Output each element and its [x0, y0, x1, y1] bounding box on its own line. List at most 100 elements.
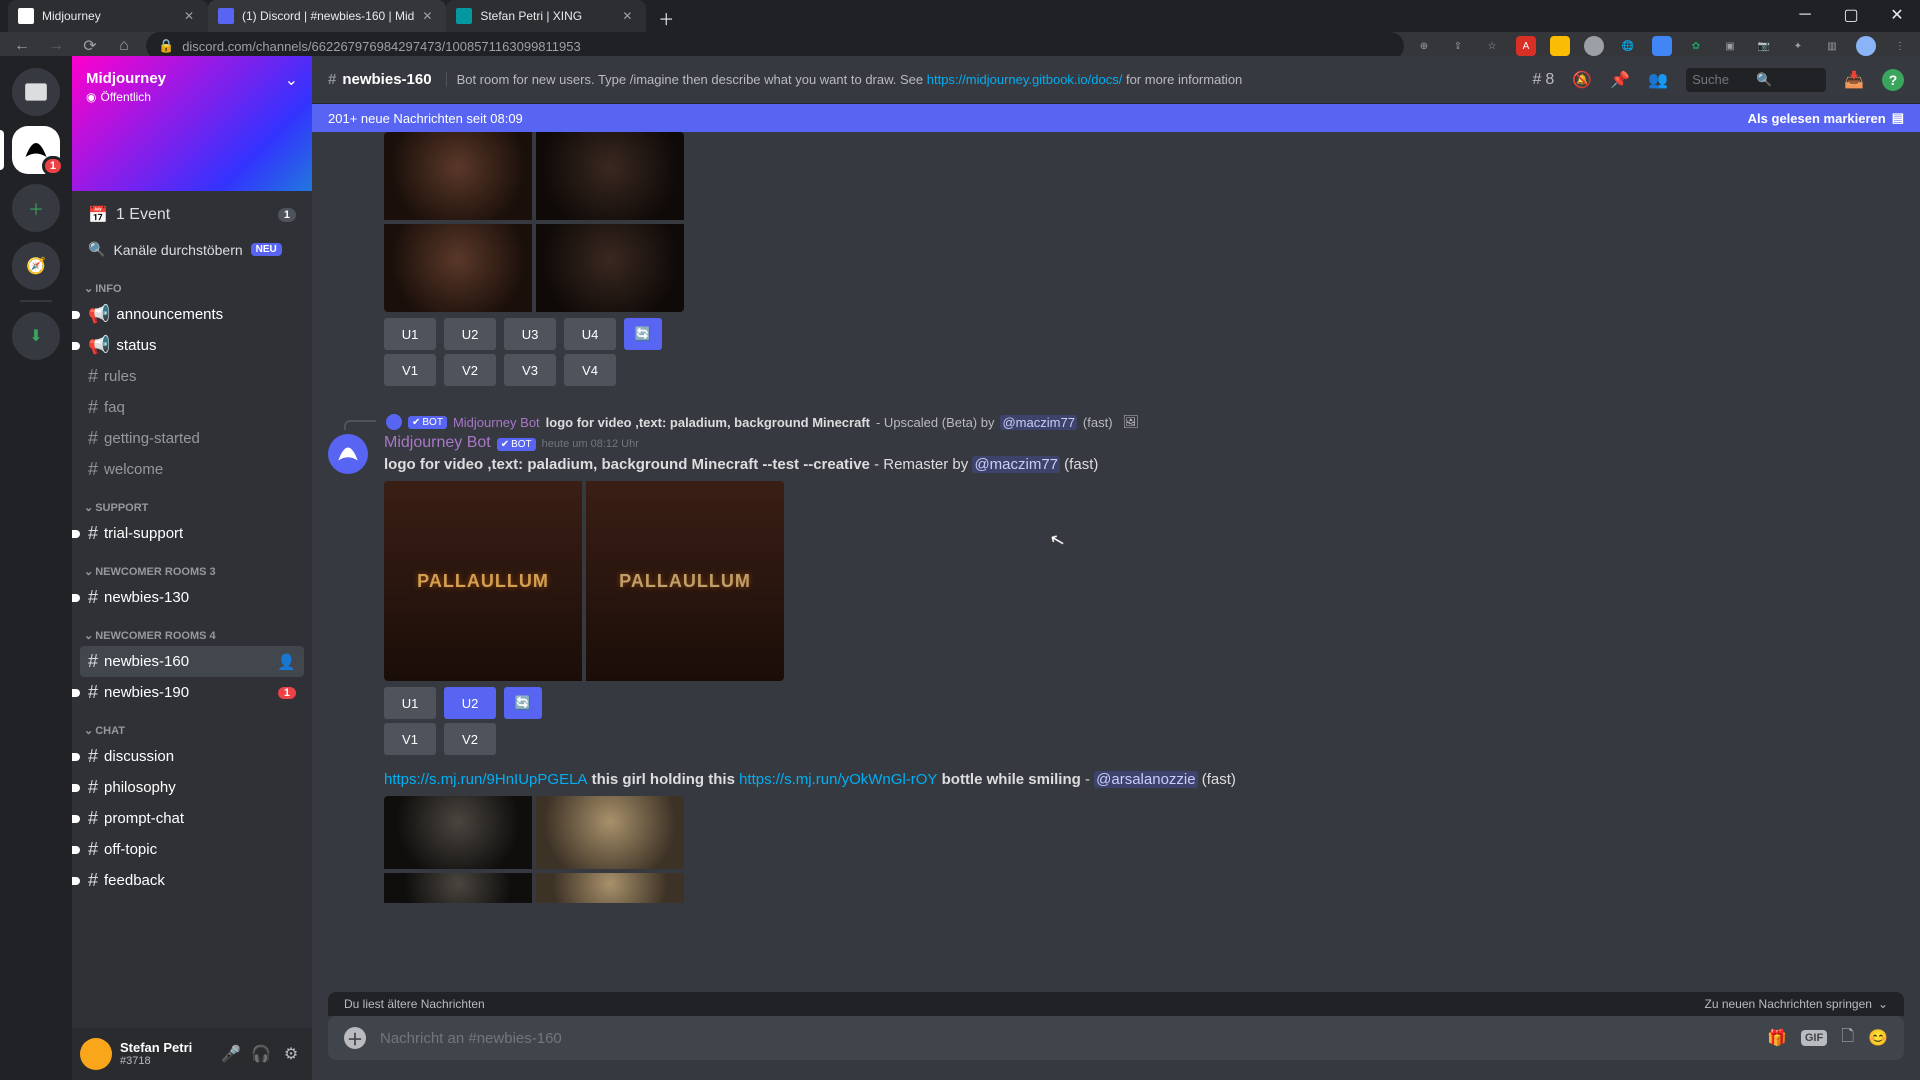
reply-reference[interactable]: ✔ BOT Midjourney Bot logo for video ,tex…: [344, 414, 1904, 430]
extensions-menu[interactable]: ✦: [1788, 36, 1808, 56]
extension-5[interactable]: [1652, 36, 1672, 56]
u3-button[interactable]: U3: [504, 318, 556, 350]
close-icon[interactable]: ✕: [422, 9, 436, 23]
channel-newbies-190[interactable]: #newbies-1901: [80, 677, 304, 708]
extension-keep[interactable]: [1550, 36, 1570, 56]
extension-6[interactable]: ✿: [1686, 36, 1706, 56]
v1-button[interactable]: V1: [384, 354, 436, 386]
mark-read-button[interactable]: Als gelesen markieren ▤: [1748, 110, 1904, 126]
message-list[interactable]: U1 U2 U3 U4 🔄 V1 V2 V3 V4 ✔ B: [312, 132, 1920, 992]
extension-3[interactable]: [1584, 36, 1604, 56]
dm-button[interactable]: [12, 68, 60, 116]
v4-button[interactable]: V4: [564, 354, 616, 386]
emoji-button[interactable]: 😊: [1868, 1028, 1888, 1048]
category-chat[interactable]: ⌄CHAT: [80, 708, 304, 741]
download-button[interactable]: ⬇: [12, 312, 60, 360]
channel-getting-started[interactable]: #getting-started: [80, 423, 304, 454]
channel-off-topic[interactable]: #off-topic: [80, 834, 304, 865]
sticker-button[interactable]: 🗋: [1841, 1025, 1854, 1052]
reroll-button[interactable]: 🔄: [504, 687, 542, 719]
pins-button[interactable]: 📌: [1610, 70, 1630, 90]
category-support[interactable]: ⌄SUPPORT: [80, 485, 304, 518]
category-newcomer4[interactable]: ⌄NEWCOMER ROOMS 4: [80, 613, 304, 646]
gift-button[interactable]: 🎁: [1767, 1028, 1787, 1048]
mute-button[interactable]: 🎤: [218, 1041, 244, 1067]
deafen-button[interactable]: 🎧: [248, 1041, 274, 1067]
inbox-button[interactable]: 📥: [1844, 70, 1864, 90]
channel-status[interactable]: 📢status: [80, 330, 304, 361]
v2-button[interactable]: V2: [444, 354, 496, 386]
channel-faq[interactable]: #faq: [80, 392, 304, 423]
message-author[interactable]: Midjourney Bot: [384, 434, 491, 452]
tab-xing[interactable]: Stefan Petri | XING ✕: [446, 0, 646, 32]
attach-button[interactable]: ＋: [344, 1027, 366, 1049]
channel-prompt-chat[interactable]: #prompt-chat: [80, 803, 304, 834]
window-maximize[interactable]: ▢: [1828, 0, 1874, 30]
share-icon[interactable]: ⇪: [1448, 36, 1468, 56]
new-messages-bar[interactable]: 201+ neue Nachrichten seit 08:09 Als gel…: [312, 104, 1920, 132]
reload-button[interactable]: ⟳: [78, 34, 102, 58]
u4-button[interactable]: U4: [564, 318, 616, 350]
close-icon[interactable]: ✕: [184, 9, 198, 23]
reply-author[interactable]: Midjourney Bot: [453, 415, 540, 430]
v3-button[interactable]: V3: [504, 354, 556, 386]
channel-newbies-160[interactable]: #newbies-160👤: [80, 646, 304, 677]
u2-button[interactable]: U2: [444, 687, 496, 719]
help-button[interactable]: ?: [1882, 69, 1904, 91]
channel-philosophy[interactable]: #philosophy: [80, 772, 304, 803]
message-avatar[interactable]: [328, 434, 368, 474]
channel-topic[interactable]: Bot room for new users. Type /imagine th…: [446, 72, 1243, 87]
add-server-button[interactable]: ＋: [12, 184, 60, 232]
gif-button[interactable]: GIF: [1801, 1030, 1827, 1046]
browse-channels[interactable]: 🔍 Kanäle durchstöbern NEU: [80, 233, 304, 266]
channel-newbies-130[interactable]: #newbies-130: [80, 582, 304, 613]
new-tab-button[interactable]: ＋: [652, 4, 680, 32]
docs-link[interactable]: https://midjourney.gitbook.io/docs/: [927, 72, 1123, 87]
link[interactable]: https://s.mj.run/9HnIUpPGELA: [384, 771, 587, 788]
mention[interactable]: @maczim77: [972, 456, 1060, 473]
profile-avatar[interactable]: [1856, 36, 1876, 56]
mention[interactable]: @maczim77: [1000, 415, 1076, 430]
u1-button[interactable]: U1: [384, 687, 436, 719]
extension-7[interactable]: ▣: [1720, 36, 1740, 56]
forward-button[interactable]: →: [44, 34, 68, 58]
channel-rules[interactable]: #rules: [80, 361, 304, 392]
add-user-icon[interactable]: 👤: [277, 653, 296, 671]
explore-button[interactable]: 🧭: [12, 242, 60, 290]
notification-button[interactable]: 🔕: [1572, 70, 1592, 90]
image-attachment[interactable]: [384, 796, 684, 976]
u1-button[interactable]: U1: [384, 318, 436, 350]
server-banner[interactable]: Midjourney ◉ Öffentlich ⌄: [72, 56, 312, 191]
user-avatar[interactable]: [80, 1038, 112, 1070]
bookmark-icon[interactable]: ☆: [1482, 36, 1502, 56]
channel-discussion[interactable]: #discussion: [80, 741, 304, 772]
channel-announcements[interactable]: 📢announcements: [80, 299, 304, 330]
chevron-down-icon[interactable]: ⌄: [285, 70, 298, 90]
tab-midjourney[interactable]: Midjourney ✕: [8, 0, 208, 32]
link[interactable]: https://s.mj.run/yOkWnGl-rOY: [739, 771, 937, 788]
channel-trial-support[interactable]: #trial-support: [80, 518, 304, 549]
channel-feedback[interactable]: #feedback: [80, 865, 304, 896]
menu-icon[interactable]: ⋮: [1890, 36, 1910, 56]
image-attachment[interactable]: PALLAULLUM PALLAULLUM: [384, 481, 784, 681]
members-button[interactable]: 👥: [1648, 70, 1668, 90]
window-close[interactable]: ✕: [1874, 0, 1920, 30]
tab-discord[interactable]: (1) Discord | #newbies-160 | Mid ✕: [208, 0, 446, 32]
message-input[interactable]: [380, 1030, 1753, 1047]
v1-button[interactable]: V1: [384, 723, 436, 755]
server-midjourney[interactable]: 1: [12, 126, 60, 174]
sidepanel-icon[interactable]: ▥: [1822, 36, 1842, 56]
image-attachment[interactable]: [384, 132, 684, 312]
close-icon[interactable]: ✕: [622, 9, 636, 23]
settings-button[interactable]: ⚙: [278, 1041, 304, 1067]
extension-camera[interactable]: 📷: [1754, 36, 1774, 56]
category-info[interactable]: ⌄INFO: [80, 266, 304, 299]
extension-abp[interactable]: A: [1516, 36, 1536, 56]
back-button[interactable]: ←: [10, 34, 34, 58]
search-input[interactable]: Suche🔍: [1686, 68, 1826, 92]
v2-button[interactable]: V2: [444, 723, 496, 755]
jump-to-new-button[interactable]: Zu neuen Nachrichten springen ⌄: [1705, 997, 1889, 1011]
mention[interactable]: @arsalanozzie: [1094, 771, 1197, 788]
extension-globe[interactable]: 🌐: [1618, 36, 1638, 56]
category-newcomer3[interactable]: ⌄NEWCOMER ROOMS 3: [80, 549, 304, 582]
